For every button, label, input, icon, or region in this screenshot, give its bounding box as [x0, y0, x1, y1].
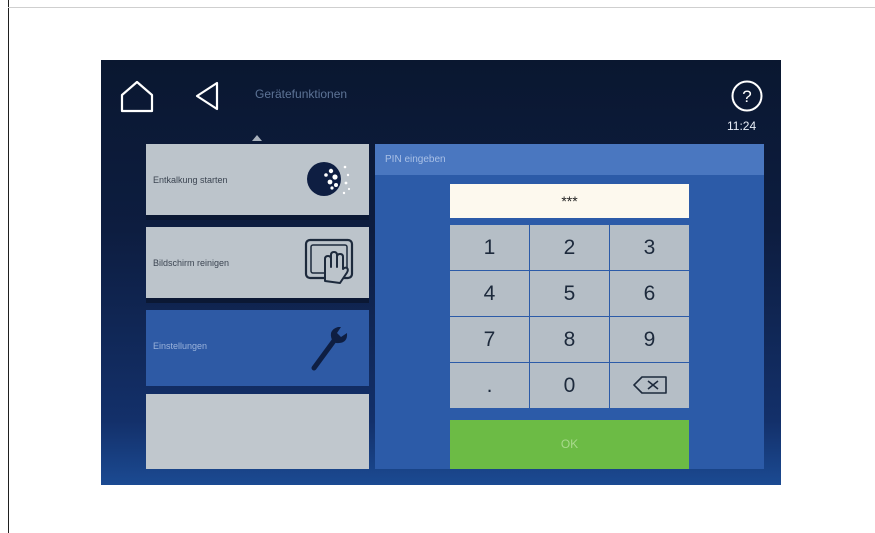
pin-display-field[interactable]: *** — [450, 184, 689, 218]
key-1[interactable]: 1 — [450, 225, 529, 270]
menu-item-screen-cleaning[interactable]: Bildschirm reinigen — [146, 227, 369, 303]
key-0[interactable]: 0 — [530, 363, 609, 408]
frame-left-border — [8, 0, 9, 533]
frame-top-border — [8, 7, 875, 8]
pin-panel-header: PIN eingeben — [375, 144, 764, 175]
clock-time: 11:24 — [727, 119, 757, 133]
home-icon[interactable] — [119, 79, 155, 113]
key-4[interactable]: 4 — [450, 271, 529, 316]
help-icon[interactable]: ? — [730, 79, 764, 113]
screen-cleaning-icon — [304, 238, 354, 284]
pin-entry-panel: PIN eingeben *** 1 2 3 4 5 6 7 8 9 . 0 O… — [375, 144, 764, 469]
svg-text:?: ? — [742, 87, 751, 106]
menu-item-label: Entkalkung starten — [153, 175, 228, 185]
wrench-icon — [311, 327, 348, 371]
backspace-icon — [632, 376, 667, 394]
key-2[interactable]: 2 — [530, 225, 609, 270]
ok-button[interactable]: OK — [450, 420, 689, 469]
key-backspace[interactable] — [610, 363, 689, 408]
back-icon[interactable] — [193, 80, 221, 112]
page-title: Gerätefunktionen — [255, 87, 348, 101]
key-7[interactable]: 7 — [450, 317, 529, 362]
key-6[interactable]: 6 — [610, 271, 689, 316]
device-screen: Gerätefunktionen ? 11:24 Entkalkung star… — [101, 60, 781, 485]
menu-item-descaling[interactable]: Entkalkung starten — [146, 144, 369, 220]
pin-panel-title: PIN eingeben — [385, 154, 446, 165]
menu-item-label: Bildschirm reinigen — [153, 258, 230, 268]
menu-item-settings[interactable]: Einstellungen — [146, 310, 369, 386]
key-5[interactable]: 5 — [530, 271, 609, 316]
scroll-up-indicator — [252, 135, 262, 141]
key-3[interactable]: 3 — [610, 225, 689, 270]
key-9[interactable]: 9 — [610, 317, 689, 362]
menu-item-label: Einstellungen — [153, 341, 208, 351]
menu-item-empty — [146, 394, 369, 469]
key-decimal[interactable]: . — [450, 363, 529, 408]
descaling-icon — [307, 162, 351, 196]
key-8[interactable]: 8 — [530, 317, 609, 362]
